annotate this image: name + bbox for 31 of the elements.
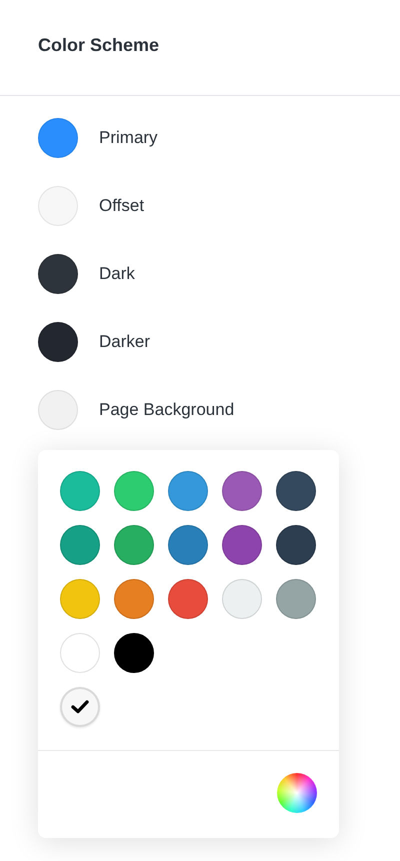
- color-swatch[interactable]: [38, 390, 78, 430]
- color-label: Darker: [99, 331, 150, 354]
- color-swatch[interactable]: [60, 633, 100, 673]
- color-swatch[interactable]: [38, 186, 78, 226]
- color-swatch[interactable]: [276, 525, 316, 565]
- panel-title: Color Scheme: [38, 34, 160, 57]
- color-label: Dark: [99, 263, 135, 286]
- color-wheel-button[interactable]: [277, 773, 317, 813]
- color-swatch[interactable]: [168, 471, 208, 511]
- color-swatch[interactable]: [168, 525, 208, 565]
- color-label: Offset: [99, 195, 144, 218]
- color-swatch[interactable]: [222, 471, 262, 511]
- color-swatch[interactable]: [168, 579, 208, 619]
- color-label: Primary: [99, 127, 158, 150]
- checkmark-icon: [71, 700, 89, 714]
- color-swatch[interactable]: [38, 254, 78, 294]
- color-swatch[interactable]: [114, 471, 154, 511]
- color-swatch[interactable]: [114, 579, 154, 619]
- color-swatch[interactable]: [114, 525, 154, 565]
- color-swatch[interactable]: [60, 525, 100, 565]
- color-swatch[interactable]: [114, 633, 154, 673]
- color-swatch[interactable]: [38, 322, 78, 362]
- color-swatch[interactable]: [60, 687, 100, 727]
- color-swatch[interactable]: [276, 471, 316, 511]
- color-swatch[interactable]: [276, 579, 316, 619]
- color-swatch[interactable]: [60, 471, 100, 511]
- color-swatch[interactable]: [38, 118, 78, 158]
- color-swatch[interactable]: [60, 579, 100, 619]
- color-label: Page Background: [99, 399, 234, 422]
- color-swatch[interactable]: [222, 525, 262, 565]
- color-swatch[interactable]: [222, 579, 262, 619]
